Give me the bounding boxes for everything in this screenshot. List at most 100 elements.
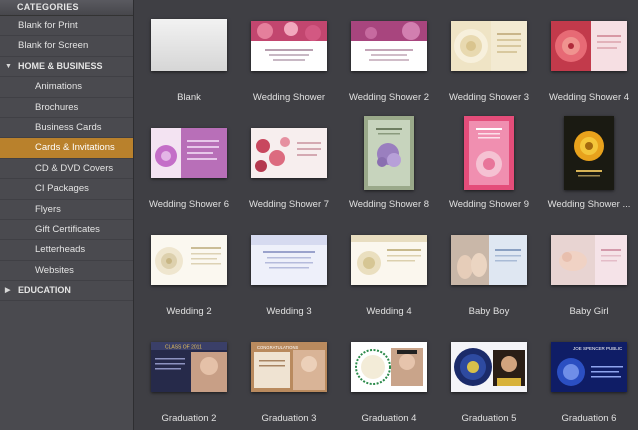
- template-caption: Graduation 5: [461, 413, 517, 424]
- category-ci-packages[interactable]: CI Packages: [0, 179, 133, 200]
- template-wedding-shower-8[interactable]: Wedding Shower 8: [340, 107, 438, 213]
- thumbnail-artwork: [551, 21, 621, 71]
- template-wedding-4[interactable]: Wedding 4: [340, 214, 438, 320]
- thumbnail-artwork: [564, 116, 614, 190]
- template-caption: Graduation 3: [261, 413, 317, 424]
- category-label: Websites: [35, 264, 74, 276]
- collapsed-triangle-icon[interactable]: ▶: [5, 281, 10, 300]
- template-thumbnail[interactable]: JOE SPENCER PUBLIC: [551, 342, 627, 392]
- thumbnail-artwork: [454, 348, 525, 386]
- template-caption: Graduation 2: [161, 413, 217, 424]
- thumbnail-artwork: [364, 116, 414, 190]
- category-animations[interactable]: Animations: [0, 77, 133, 98]
- template-thumbnail[interactable]: [564, 116, 614, 190]
- template-thumbnail[interactable]: CLASS OF 2011: [151, 342, 227, 392]
- thumbnail-artwork: [451, 21, 521, 71]
- template-wedding-shower-9[interactable]: Wedding Shower 9: [440, 107, 538, 213]
- category-brochures[interactable]: Brochures: [0, 98, 133, 118]
- thumbnail-artwork: [251, 21, 327, 61]
- template-wedding-3[interactable]: Wedding 3: [240, 214, 338, 320]
- category-label: Brochures: [35, 101, 79, 113]
- category-label: CI Packages: [35, 183, 89, 195]
- thumbnail-artwork: JOE SPENCER PUBLIC: [551, 342, 627, 392]
- template-caption: Wedding Shower 8: [348, 199, 430, 210]
- template-blank[interactable]: Blank: [140, 0, 238, 106]
- template-baby-girl[interactable]: Baby Girl: [540, 214, 638, 320]
- template-wedding-shower-6[interactable]: Wedding Shower 6: [140, 107, 238, 213]
- template-thumbnail[interactable]: [551, 21, 627, 71]
- category-label: Business Cards: [35, 121, 102, 133]
- template-caption: Wedding Shower 6: [148, 199, 230, 210]
- template-thumbnail[interactable]: [151, 235, 227, 285]
- category-cards-invitations[interactable]: Cards & Invitations: [0, 138, 133, 159]
- template-graduation-6[interactable]: JOE SPENCER PUBLIC Graduation 6: [540, 321, 638, 427]
- template-graduation-4[interactable]: Graduation 4: [340, 321, 438, 427]
- template-thumbnail[interactable]: [251, 128, 327, 178]
- thumbnail-artwork: [151, 128, 219, 178]
- template-caption: Graduation 4: [361, 413, 417, 424]
- template-caption: Graduation 6: [561, 413, 617, 424]
- template-thumbnail[interactable]: [451, 342, 527, 392]
- category-websites[interactable]: Websites: [0, 261, 133, 282]
- template-caption: Baby Boy: [468, 306, 510, 317]
- template-baby-boy[interactable]: Baby Boy: [440, 214, 538, 320]
- template-thumbnail[interactable]: [351, 21, 427, 71]
- thumbnail-artwork: [351, 235, 427, 275]
- template-caption: Wedding Shower ...: [547, 199, 631, 210]
- thumbnail-artwork: [551, 235, 621, 285]
- template-graduation-5[interactable]: Graduation 5: [440, 321, 538, 427]
- template-thumbnail[interactable]: [151, 19, 227, 71]
- thumbnail-artwork: [155, 247, 221, 275]
- template-wedding-shower-3[interactable]: Wedding Shower 3: [440, 0, 538, 106]
- template-caption: Wedding Shower 3: [448, 92, 530, 103]
- template-wedding-shower-7[interactable]: Wedding Shower 7: [240, 107, 338, 213]
- category-gift-certificates[interactable]: Gift Certificates: [0, 220, 133, 241]
- template-graduation-3[interactable]: CONGRATULATIONS Graduation 3: [240, 321, 338, 427]
- category-group-home-business[interactable]: ▼ HOME & BUSINESS: [0, 57, 133, 78]
- template-thumbnail[interactable]: [351, 342, 427, 392]
- template-caption: Wedding Shower 7: [248, 199, 330, 210]
- template-thumbnail[interactable]: [551, 235, 627, 285]
- template-caption: Wedding 2: [166, 306, 212, 317]
- template-wedding-shower-4[interactable]: Wedding Shower 4: [540, 0, 638, 106]
- category-blank-for-screen[interactable]: Blank for Screen: [0, 36, 133, 57]
- template-graduation-2[interactable]: CLASS OF 2011 Graduation 2: [140, 321, 238, 427]
- category-blank-for-print[interactable]: Blank for Print: [0, 16, 133, 37]
- category-letterheads[interactable]: Letterheads: [0, 240, 133, 261]
- template-thumbnail[interactable]: CONGRATULATIONS: [251, 342, 327, 392]
- template-thumbnail[interactable]: [451, 235, 527, 285]
- category-label: Flyers: [35, 203, 61, 215]
- category-group-education[interactable]: ▶ EDUCATION: [0, 281, 133, 302]
- category-label: CD & DVD Covers: [35, 162, 114, 174]
- thumbnail-title: CONGRATULATIONS: [257, 345, 298, 350]
- template-grid: Blank Wedding Shower Wedding Shower 2 We…: [140, 0, 638, 430]
- categories-sidebar: CATEGORIES Blank for Print Blank for Scr…: [0, 0, 134, 430]
- template-caption: Wedding 4: [366, 306, 412, 317]
- template-thumbnail[interactable]: [251, 235, 327, 285]
- template-caption: Wedding Shower 4: [548, 92, 630, 103]
- categories-header: CATEGORIES: [0, 0, 133, 16]
- category-cd-dvd-covers[interactable]: CD & DVD Covers: [0, 159, 133, 180]
- template-wedding-shower[interactable]: Wedding Shower: [240, 0, 338, 106]
- template-thumbnail[interactable]: [451, 21, 527, 71]
- category-flyers[interactable]: Flyers: [0, 200, 133, 220]
- template-wedding-shower-2[interactable]: Wedding Shower 2: [340, 0, 438, 106]
- thumbnail-artwork: [251, 128, 327, 178]
- template-wedding-shower-10[interactable]: Wedding Shower ...: [540, 107, 638, 213]
- template-thumbnail[interactable]: [351, 235, 427, 285]
- thumbnail-artwork: [451, 235, 521, 285]
- thumbnail-artwork: [464, 116, 514, 190]
- expanded-triangle-icon[interactable]: ▼: [5, 57, 12, 76]
- template-thumbnail[interactable]: [151, 128, 227, 178]
- template-thumbnail[interactable]: [464, 116, 514, 190]
- category-group-label: EDUCATION: [18, 285, 71, 296]
- template-thumbnail[interactable]: [251, 21, 327, 71]
- category-label: Letterheads: [35, 244, 86, 256]
- thumbnail-title: CLASS OF 2011: [165, 345, 202, 351]
- template-thumbnail[interactable]: [364, 116, 414, 190]
- category-business-cards[interactable]: Business Cards: [0, 118, 133, 139]
- thumbnail-artwork: CLASS OF 2011: [151, 342, 227, 392]
- template-caption: Blank: [177, 92, 201, 103]
- thumbnail-artwork: [351, 21, 427, 61]
- template-wedding-2[interactable]: Wedding 2: [140, 214, 238, 320]
